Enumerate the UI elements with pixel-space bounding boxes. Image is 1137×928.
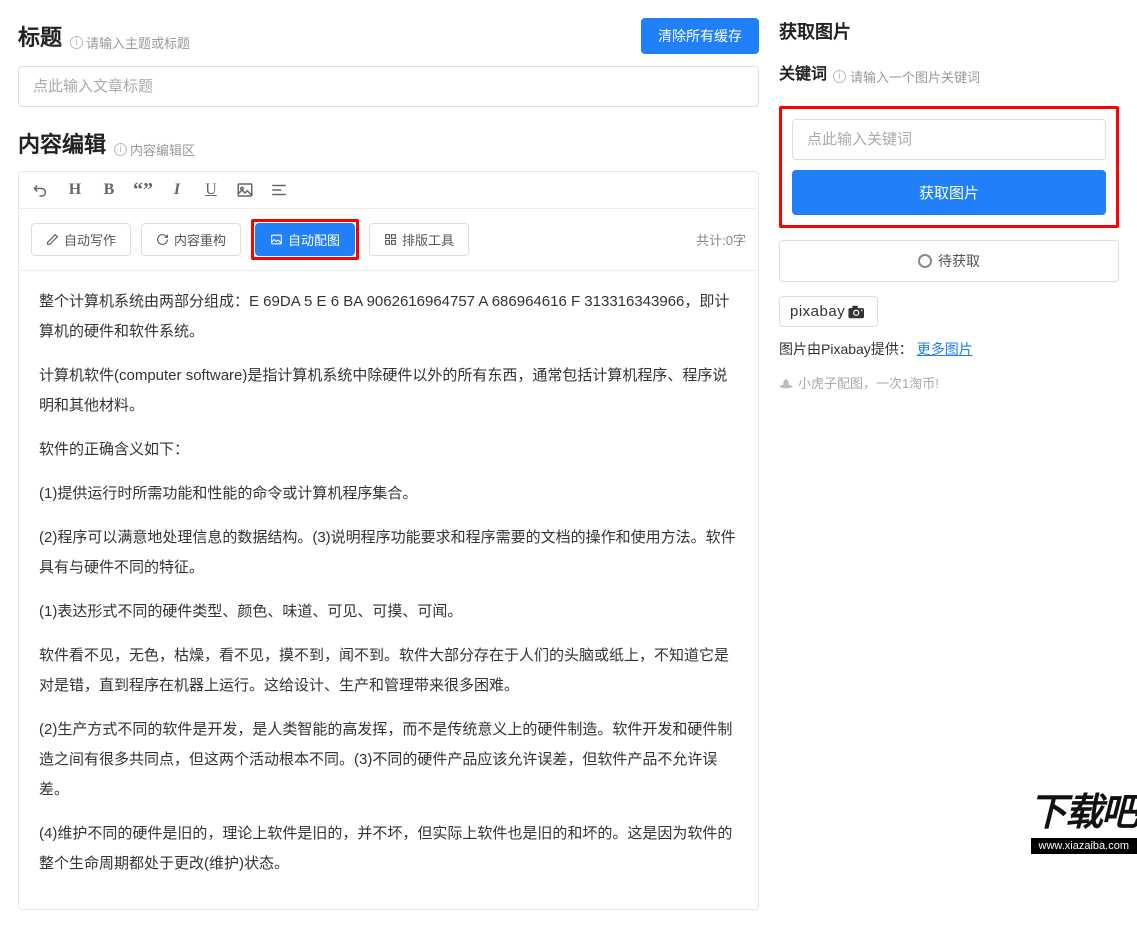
keyword-input[interactable] xyxy=(792,119,1106,160)
layout-icon xyxy=(384,233,397,246)
content-section-header: 内容编辑 i 内容编辑区 xyxy=(18,127,759,159)
tip-line: 小虎子配图，一次1淘币! xyxy=(779,373,1119,392)
keyword-label: 关键词 xyxy=(779,60,827,84)
content-paragraph: (2)生产方式不同的软件是开发，是人类智能的高发挥，而不是传统意义上的硬件制造。… xyxy=(39,715,738,805)
title-heading: 标题 xyxy=(18,20,62,52)
content-paragraph: 软件看不见，无色，枯燥，看不见，摸不到，闻不到。软件大部分存在于人们的头脑或纸上… xyxy=(39,641,738,701)
clear-cache-button[interactable]: 清除所有缓存 xyxy=(641,18,759,54)
content-paragraph: 软件的正确含义如下： xyxy=(39,435,738,465)
layout-tool-button[interactable]: 排版工具 xyxy=(369,223,469,256)
editor-container: H B “” I U 自动写作 xyxy=(18,171,759,910)
bold-icon[interactable]: B xyxy=(99,180,119,200)
content-paragraph: (4)维护不同的硬件是旧的，理论上软件是旧的，并不坏，但实际上软件也是旧的和坏的… xyxy=(39,819,738,879)
info-icon: i xyxy=(70,36,83,49)
action-toolbar: 自动写作 内容重构 自动配图 xyxy=(19,209,758,271)
content-paragraph: 计算机软件(computer software)是指计算机系统中除硬件以外的所有… xyxy=(39,361,738,421)
more-images-link[interactable]: 更多图片 xyxy=(917,341,973,357)
title-hint: i 请输入主题或标题 xyxy=(70,33,190,52)
get-image-heading: 获取图片 xyxy=(779,18,1119,44)
refresh-icon xyxy=(156,233,169,246)
quote-icon[interactable]: “” xyxy=(133,180,153,200)
align-icon[interactable] xyxy=(269,180,289,200)
pencil-icon xyxy=(46,233,59,246)
undo-icon[interactable] xyxy=(31,180,51,200)
info-icon: i xyxy=(833,70,846,83)
keyword-section: 关键词 i 请输入一个图片关键词 获取图片 待获取 pixabay 图片由Pix… xyxy=(779,60,1119,392)
content-paragraph: 整个计算机系统由两部分组成：E 69DA 5 E 6 BA 9062616964… xyxy=(39,287,738,347)
camera-icon xyxy=(847,305,867,319)
auto-image-button[interactable]: 自动配图 xyxy=(255,223,355,256)
content-paragraph: (2)程序可以满意地处理信息的数据结构。(3)说明程序功能要求和程序需要的文档的… xyxy=(39,523,738,583)
char-count: 共计:0字 xyxy=(696,230,746,249)
circle-icon xyxy=(918,254,932,268)
get-image-section: 获取图片 xyxy=(779,18,1119,44)
get-image-button[interactable]: 获取图片 xyxy=(792,170,1106,215)
content-text-area[interactable]: 整个计算机系统由两部分组成：E 69DA 5 E 6 BA 9062616964… xyxy=(19,271,758,909)
auto-image-highlight: 自动配图 xyxy=(251,219,359,260)
italic-icon[interactable]: I xyxy=(167,180,187,200)
hat-icon xyxy=(779,377,793,389)
pixabay-badge: pixabay xyxy=(779,296,878,327)
picture-icon xyxy=(270,233,283,246)
title-section-header: 标题 i 请输入主题或标题 清除所有缓存 xyxy=(18,18,759,54)
image-credit: 图片由Pixabay提供： 更多图片 xyxy=(779,339,1119,359)
article-title-input[interactable] xyxy=(18,66,759,107)
image-icon[interactable] xyxy=(235,180,255,200)
content-rebuild-button[interactable]: 内容重构 xyxy=(141,223,241,256)
info-icon: i xyxy=(114,143,127,156)
pending-button[interactable]: 待获取 xyxy=(779,240,1119,282)
format-toolbar: H B “” I U xyxy=(19,172,758,209)
content-paragraph: (1)提供运行时所需功能和性能的命令或计算机程序集合。 xyxy=(39,479,738,509)
keyword-box-highlight: 获取图片 xyxy=(779,106,1119,228)
underline-icon[interactable]: U xyxy=(201,180,221,200)
content-heading: 内容编辑 xyxy=(18,127,106,159)
content-hint: i 内容编辑区 xyxy=(114,140,195,159)
auto-write-button[interactable]: 自动写作 xyxy=(31,223,131,256)
content-paragraph: (1)表达形式不同的硬件类型、颜色、味道、可见、可摸、可闻。 xyxy=(39,597,738,627)
keyword-hint: i 请输入一个图片关键词 xyxy=(833,67,980,86)
heading-icon[interactable]: H xyxy=(65,180,85,200)
